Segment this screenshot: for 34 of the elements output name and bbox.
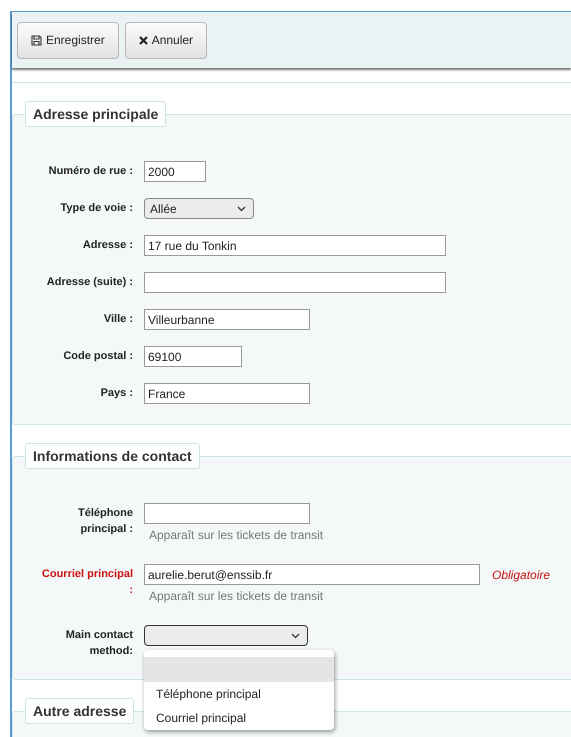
text-field[interactable]: 17 rue du Tonkin xyxy=(144,235,446,256)
field-label: Adresse (suite) : xyxy=(46,275,133,290)
chevron-down-icon xyxy=(291,632,300,638)
select-field[interactable]: Allée xyxy=(144,198,254,219)
text-field[interactable]: 69100 xyxy=(144,346,242,367)
section-legend: Informations de contact xyxy=(25,443,200,469)
toolbar-button[interactable]: Annuler xyxy=(124,22,208,58)
field-label: Pays : xyxy=(100,386,133,401)
section-legend: Autre adresse xyxy=(25,698,134,724)
save-icon xyxy=(31,34,42,46)
field-label: Ville : xyxy=(102,312,133,327)
field-label: Téléphone principal : xyxy=(76,506,133,537)
field-label: Adresse : xyxy=(82,238,133,253)
text-field[interactable]: Villeurbanne xyxy=(144,309,310,330)
field-hint: Apparaît sur les tickets de transit xyxy=(148,589,324,603)
text-field[interactable]: 2000 xyxy=(144,161,206,182)
dropdown-option[interactable]: Téléphone principal xyxy=(144,682,334,706)
field-label: Type de voie : xyxy=(59,201,133,216)
close-icon xyxy=(138,36,148,44)
field-label: Main contact method: xyxy=(64,628,133,659)
toolbar-button[interactable]: Enregistrer xyxy=(17,22,119,58)
text-field[interactable]: France xyxy=(144,383,310,404)
required-note: Obligatoire xyxy=(492,568,550,582)
chevron-down-icon xyxy=(237,206,246,212)
field-label: Courriel principal : xyxy=(41,567,133,598)
text-field[interactable]: aurelie.berut@enssib.fr xyxy=(144,564,480,585)
dropdown-option[interactable]: Courriel principal xyxy=(144,706,334,730)
field-label: Numéro de rue : xyxy=(48,164,133,179)
text-field[interactable] xyxy=(144,503,310,524)
field-hint: Apparaît sur les tickets de transit xyxy=(148,528,324,542)
field-label: Code postal : xyxy=(62,349,133,364)
select-field[interactable] xyxy=(144,625,308,646)
section-legend: Adresse principale xyxy=(25,101,166,127)
text-field[interactable] xyxy=(144,272,446,293)
